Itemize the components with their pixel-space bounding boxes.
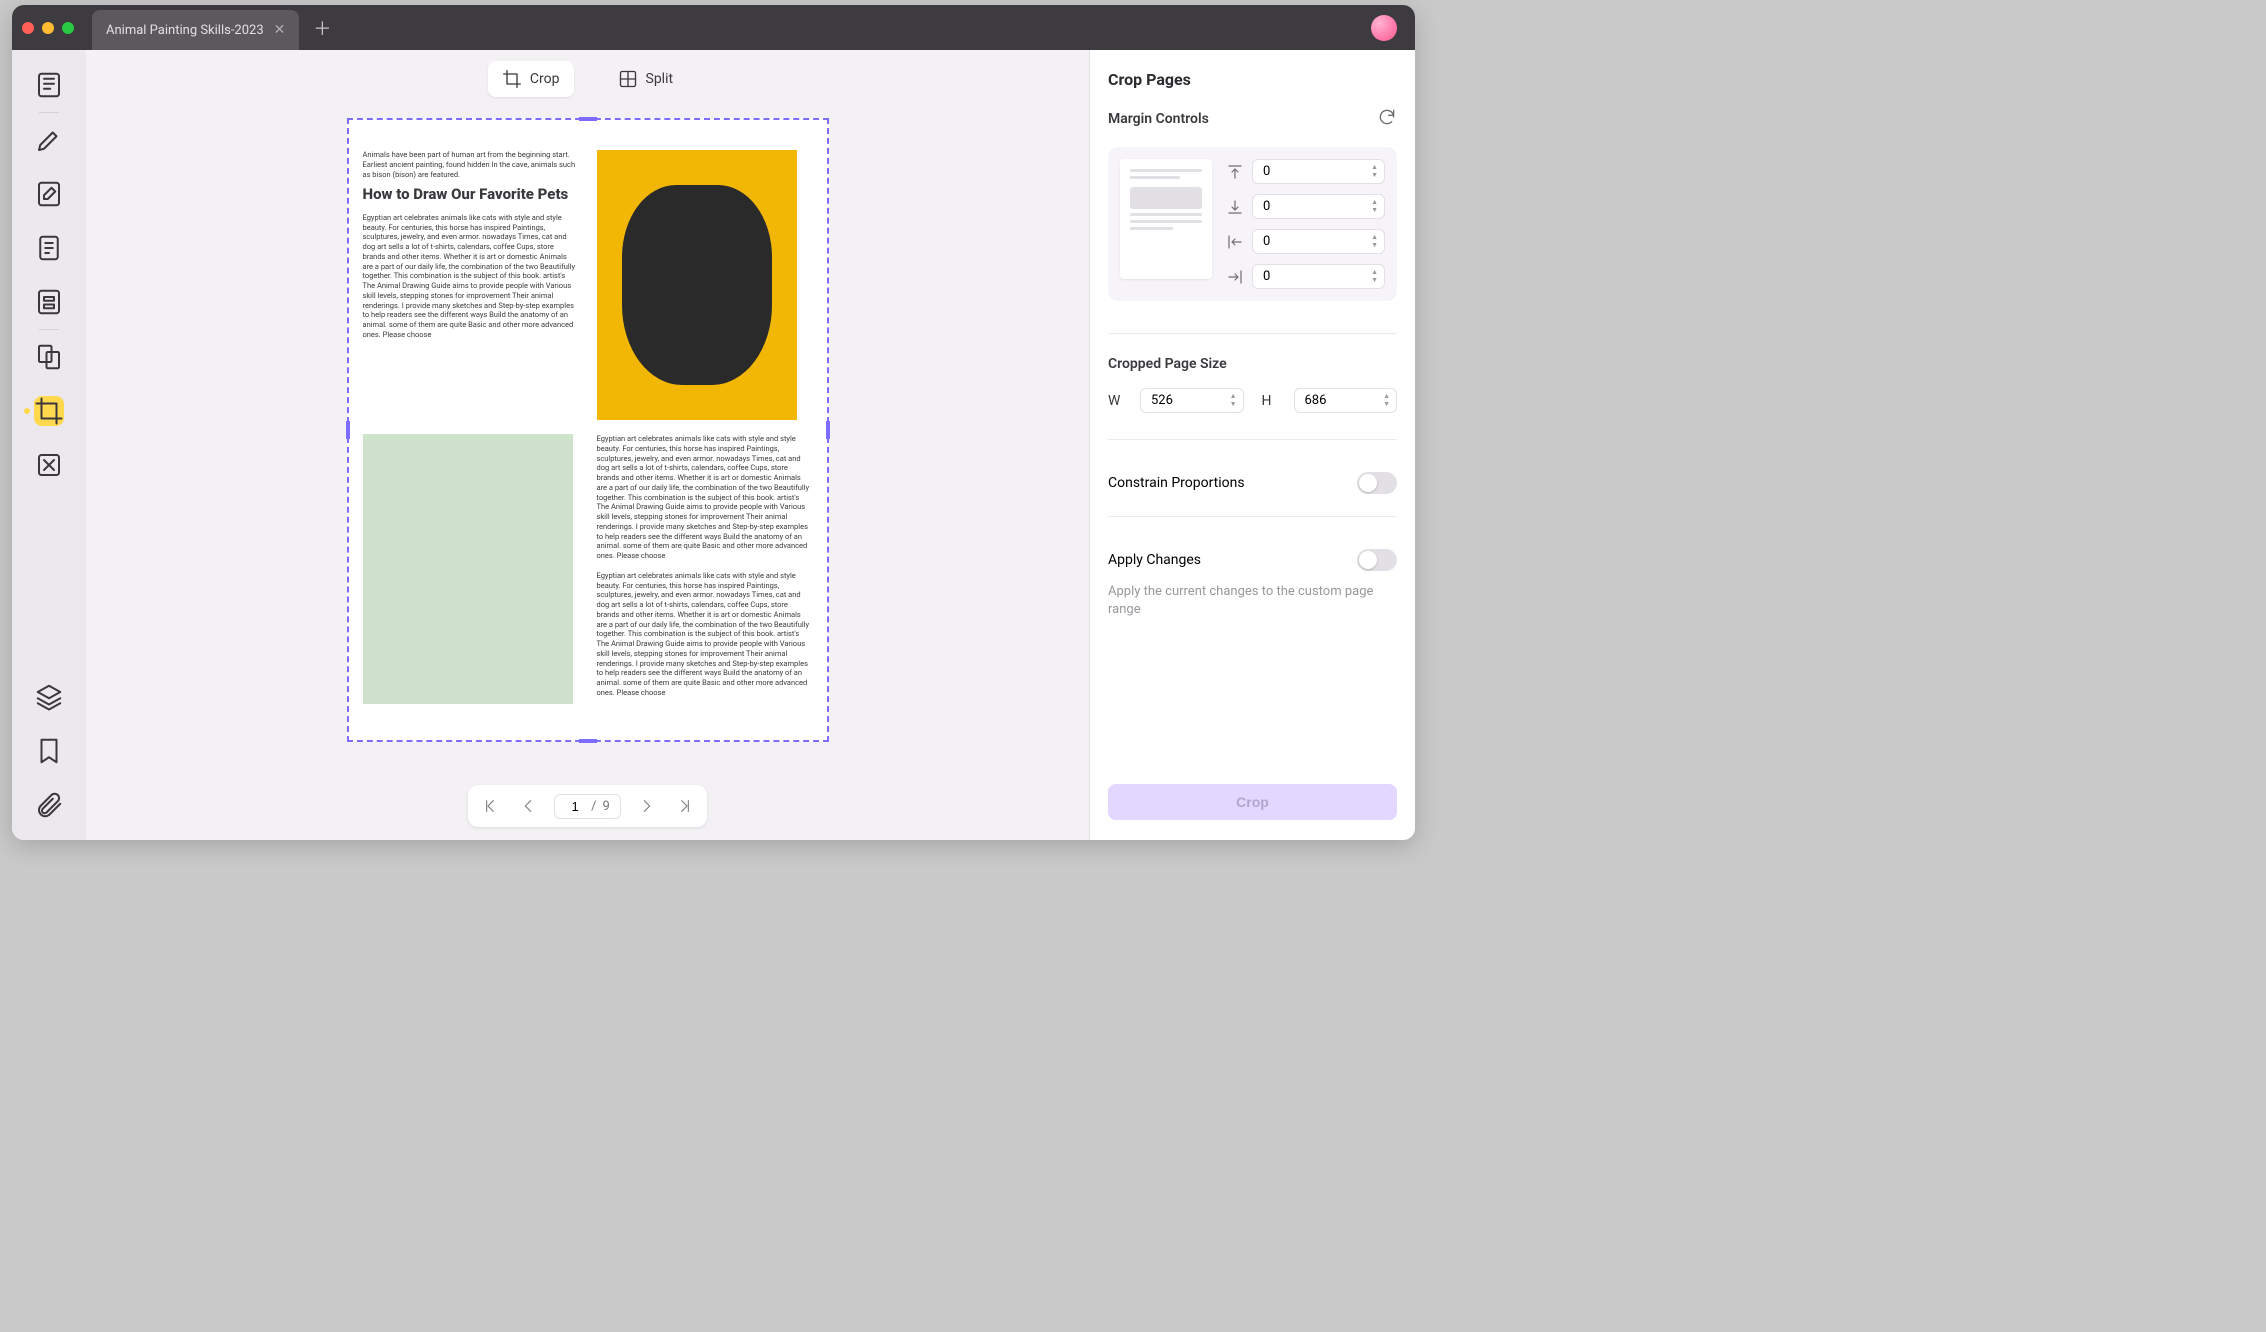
mode-toolbar: Crop Split [86, 50, 1089, 98]
form-tool[interactable] [34, 287, 64, 317]
next-page-button[interactable] [629, 789, 665, 823]
doc-body-2: Egyptian art celebrates animals like cat… [597, 434, 813, 561]
page-tool[interactable] [34, 233, 64, 263]
doc-intro: Animals have been part of human art from… [363, 150, 579, 179]
panel-title: Crop Pages [1108, 70, 1397, 89]
redact-tool[interactable] [34, 450, 64, 480]
step-down[interactable]: ▼ [1371, 172, 1378, 179]
doc-image-embroidery [363, 434, 573, 704]
prev-page-button[interactable] [510, 789, 546, 823]
panel-divider [1108, 333, 1397, 334]
step-up[interactable]: ▲ [1371, 164, 1378, 171]
constrain-toggle[interactable] [1357, 472, 1397, 494]
apply-changes-toggle[interactable] [1357, 549, 1397, 571]
apply-help-text: Apply the current changes to the custom … [1108, 583, 1397, 619]
height-input[interactable]: 686 ▲▼ [1294, 388, 1398, 413]
width-label: W [1108, 393, 1122, 409]
margin-bottom-icon [1226, 198, 1244, 216]
last-page-button[interactable] [667, 789, 703, 823]
convert-tool[interactable] [34, 342, 64, 372]
doc-image-pug [597, 150, 797, 420]
crop-tool[interactable] [34, 396, 64, 426]
doc-body-1: Egyptian art celebrates animals like cat… [363, 213, 579, 340]
document-tab[interactable]: Animal Painting Skills-2023 ✕ [92, 10, 299, 50]
reset-margins-icon[interactable] [1377, 107, 1397, 131]
margin-bottom-input[interactable]: 0 ▲▼ [1252, 194, 1385, 219]
width-input[interactable]: 526 ▲▼ [1140, 388, 1244, 413]
main-area: Crop Split Animals have been [12, 50, 1415, 840]
margin-preview [1120, 159, 1212, 279]
right-panel: Crop Pages Margin Controls 0 [1089, 50, 1415, 840]
maximize-window-button[interactable] [62, 22, 74, 34]
sidebar [12, 50, 86, 840]
panel-divider [1108, 516, 1397, 517]
edit-tool[interactable] [34, 179, 64, 209]
panel-divider [1108, 439, 1397, 440]
cropped-size-label: Cropped Page Size [1108, 356, 1227, 372]
document-content: Animals have been part of human art from… [363, 150, 813, 704]
mode-split[interactable]: Split [604, 61, 688, 97]
margin-top-input[interactable]: 0 ▲▼ [1252, 159, 1385, 184]
crop-frame[interactable]: Animals have been part of human art from… [347, 118, 829, 742]
first-page-button[interactable] [472, 789, 508, 823]
center-pane: Crop Split Animals have been [86, 50, 1089, 840]
window-controls [22, 22, 74, 34]
crop-handle-right[interactable] [826, 421, 830, 439]
mode-split-label: Split [646, 71, 674, 87]
margin-right-icon [1226, 268, 1244, 286]
layers-icon[interactable] [34, 682, 64, 712]
doc-body-3: Egyptian art celebrates animals like cat… [597, 571, 813, 698]
attachment-icon[interactable] [34, 790, 64, 820]
total-pages: 9 [603, 799, 610, 814]
minimize-window-button[interactable] [42, 22, 54, 34]
annotate-tool[interactable] [34, 125, 64, 155]
mode-crop-label: Crop [530, 71, 560, 87]
pager-bar: / 9 [86, 786, 1089, 840]
avatar[interactable] [1371, 15, 1397, 41]
titlebar: Animal Painting Skills-2023 ✕ ＋ [12, 5, 1415, 50]
margin-left-icon [1226, 233, 1244, 251]
margin-controls: 0 ▲▼ 0 ▲▼ 0 [1108, 147, 1397, 301]
crop-handle-left[interactable] [346, 421, 350, 439]
reader-tool[interactable] [34, 70, 64, 100]
close-tab-icon[interactable]: ✕ [274, 22, 286, 38]
height-label: H [1262, 393, 1276, 409]
sidebar-separator [39, 329, 59, 330]
add-tab-button[interactable]: ＋ [313, 15, 331, 41]
constrain-label: Constrain Proportions [1108, 475, 1245, 491]
canvas[interactable]: Animals have been part of human art from… [86, 98, 1089, 786]
crop-button[interactable]: Crop [1108, 784, 1397, 820]
pager: / 9 [468, 785, 707, 827]
doc-heading: How to Draw Our Favorite Pets [363, 185, 579, 205]
crop-handle-bottom[interactable] [579, 739, 597, 743]
current-page-input[interactable] [565, 799, 585, 814]
page-indicator: / 9 [554, 794, 621, 819]
tab-title: Animal Painting Skills-2023 [106, 23, 264, 38]
margin-controls-label: Margin Controls [1108, 111, 1209, 127]
mode-crop[interactable]: Crop [488, 61, 574, 97]
page-sep: / [591, 799, 596, 814]
crop-handle-top[interactable] [579, 117, 597, 121]
close-window-button[interactable] [22, 22, 34, 34]
sidebar-separator [39, 112, 59, 113]
apply-changes-label: Apply Changes [1108, 552, 1201, 568]
app-window: Animal Painting Skills-2023 ✕ ＋ [12, 5, 1415, 840]
margin-right-input[interactable]: 0 ▲▼ [1252, 264, 1385, 289]
bookmark-icon[interactable] [34, 736, 64, 766]
margin-left-input[interactable]: 0 ▲▼ [1252, 229, 1385, 254]
margin-top-icon [1226, 163, 1244, 181]
